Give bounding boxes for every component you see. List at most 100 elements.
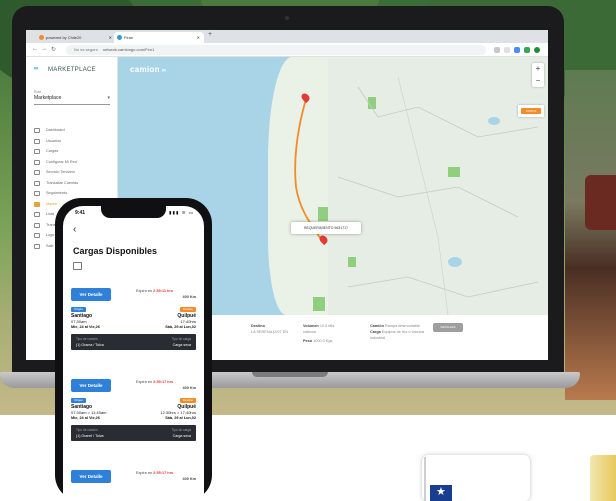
address-bar[interactable]: No es seguro network.camiongo.com/Firn1	[66, 45, 486, 55]
sidebar-item-service[interactable]: Servicio Terciario	[34, 167, 114, 178]
truck-type-value: (1) Granel / Tolva	[76, 434, 104, 438]
field-value: Rampa desmontable	[385, 324, 421, 328]
origin-time: 07:30am > 11:45am	[71, 410, 107, 415]
security-label: No es seguro	[74, 47, 98, 52]
star-icon[interactable]	[504, 47, 510, 53]
sidebar-item-label: Seguimiento	[46, 191, 68, 195]
page-title: Cargas Disponibles	[73, 246, 158, 256]
chevron-down-icon: ▾	[107, 95, 110, 101]
filter-icon[interactable]	[73, 262, 82, 270]
new-tab-icon[interactable]: +	[208, 31, 212, 38]
destination-time: 12:30hrs > 17:40hrs	[160, 410, 196, 415]
cloud-icon	[34, 159, 40, 165]
reload-icon[interactable]: ↻	[51, 46, 56, 53]
close-icon[interactable]: ✕	[197, 32, 200, 43]
zoom-in-button[interactable]: +	[532, 63, 544, 75]
sidebar-item-label: Logs	[46, 233, 55, 237]
url-text: network.camiongo.com/Firn1	[102, 47, 155, 52]
expiry-value: 2:55:17 hrs	[153, 471, 174, 475]
side-box	[590, 455, 616, 501]
sidebar-item-dashboard[interactable]: Dashboard	[34, 125, 114, 136]
cargo-type-value: Carga seca	[172, 434, 191, 438]
close-icon[interactable]: ✕	[109, 32, 112, 43]
favicon-icon	[39, 35, 44, 40]
status-chip-label: STATUS	[521, 108, 541, 114]
extension-icon[interactable]	[524, 47, 530, 53]
expiry-value: 2:55:11 hrs	[153, 289, 173, 293]
sidebar-item-users[interactable]: Usuarios	[34, 136, 114, 147]
extension-icon[interactable]	[514, 47, 520, 53]
truck-type-label: Tipo de camión	[76, 337, 98, 341]
dashboard-icon	[34, 128, 40, 133]
expiry-text: Expira en 2:55:17 hrs	[136, 380, 173, 384]
destination-time: 17:40hrs	[180, 319, 196, 324]
field-label: Volumen	[303, 324, 319, 328]
account-select[interactable]: Marketplace ▾	[34, 95, 110, 105]
map-tooltip: REQUERIMIENTO 9631717	[291, 222, 361, 234]
expiry-value: 2:55:17 hrs	[153, 380, 174, 384]
truck-icon	[34, 201, 40, 207]
signal-battery-icon: ▮▮▮ ≋ ▭	[169, 210, 194, 215]
refresh-icon	[34, 180, 40, 186]
sidebar-item-tracking[interactable]: Seguimiento	[34, 188, 114, 199]
sidebar-item-label: Configurar Mi Red	[46, 159, 77, 164]
close-icon	[34, 243, 40, 249]
view-detail-button[interactable]: Ver Detalle	[71, 379, 111, 392]
sidebar-item-label: Lista	[46, 212, 55, 216]
zoom-control: + −	[532, 63, 544, 87]
star-icon: ★	[436, 486, 446, 498]
back-chevron-icon[interactable]: ‹	[73, 224, 76, 235]
sidebar-item-label: Transaltar Cuentas	[46, 180, 79, 185]
forward-arrow-icon[interactable]: →	[41, 46, 47, 52]
truck-type-strip: Tipo de camión (1) Grama / Tolva Tipo de…	[71, 334, 196, 350]
expiry-prefix: Expira en	[136, 289, 153, 293]
back-arrow-icon[interactable]: ←	[32, 46, 38, 52]
sidebar-item-label: Market	[46, 201, 58, 206]
users-icon	[34, 138, 40, 144]
sidebar-item-cargas[interactable]: Cargas	[34, 146, 114, 157]
list-icon	[34, 212, 40, 217]
browser-tab-active[interactable]: Firan ✕	[114, 32, 204, 43]
cargo-type-value: Carga seca	[172, 343, 191, 347]
flag-box: ★	[422, 455, 530, 501]
sidebar-item-label: Cargas	[46, 149, 59, 153]
favicon-icon	[117, 35, 122, 40]
field-label: Peso	[303, 339, 313, 343]
field-value: LA SERENA (2/07 EN	[251, 330, 288, 334]
distance-text: 400 Km	[182, 477, 196, 481]
browser-tab[interactable]: powered by Chile20 ✕	[36, 32, 116, 43]
profile-avatar-icon[interactable]	[534, 47, 540, 53]
route-line	[294, 98, 324, 243]
field-label: Camión	[370, 324, 384, 328]
box-icon	[34, 149, 40, 154]
zoom-out-button[interactable]: −	[532, 75, 544, 87]
sidebar-item-accounts[interactable]: Transaltar Cuentas	[34, 178, 114, 189]
cargo-type-label: Tipo de carga	[171, 428, 191, 432]
status-filter[interactable]: STATUS	[518, 105, 544, 117]
truck-shape	[585, 175, 616, 230]
destination-field: Destino LA SERENA (2/07 EN	[251, 323, 288, 335]
view-detail-button[interactable]: Ver Detalle	[71, 470, 111, 483]
webcam	[285, 16, 289, 20]
expiry-text: Expira en 2:55:17 hrs	[136, 471, 173, 475]
key-icon[interactable]	[494, 47, 500, 53]
navigation-icon	[34, 191, 40, 196]
details-button[interactable]: DETALLES	[433, 323, 463, 332]
origin-time: 07:30am	[71, 319, 87, 324]
brand-name: MARKETPLACE	[48, 67, 96, 73]
sidebar-item-network[interactable]: Configurar Mi Red	[34, 157, 114, 168]
expiry-prefix: Expira en	[136, 380, 153, 384]
field-value: 1000.0 Kgs	[313, 339, 333, 343]
truck-type-label: Tipo de camión	[76, 428, 98, 432]
origin-dates: Mie, 24 al Vie,26	[71, 325, 100, 329]
browser-toolbar: ← → ↻ No es seguro network.camiongo.com/…	[26, 43, 548, 57]
brand-logo-icon: ∞	[34, 66, 39, 72]
view-detail-button[interactable]: Ver Detalle	[71, 288, 111, 301]
sidebar-item-label: Usuarios	[46, 138, 61, 143]
map-logo: camion ∞	[130, 65, 166, 74]
clock-icon	[34, 170, 40, 175]
map-logo-text: camion	[130, 65, 160, 74]
phone-screen: 9:41 ▮▮▮ ≋ ▭ ‹ Cargas Disponibles Ver De…	[63, 206, 204, 501]
sidebar-item-label: Servicio Terciario	[46, 170, 75, 174]
phone-notch	[101, 206, 166, 218]
